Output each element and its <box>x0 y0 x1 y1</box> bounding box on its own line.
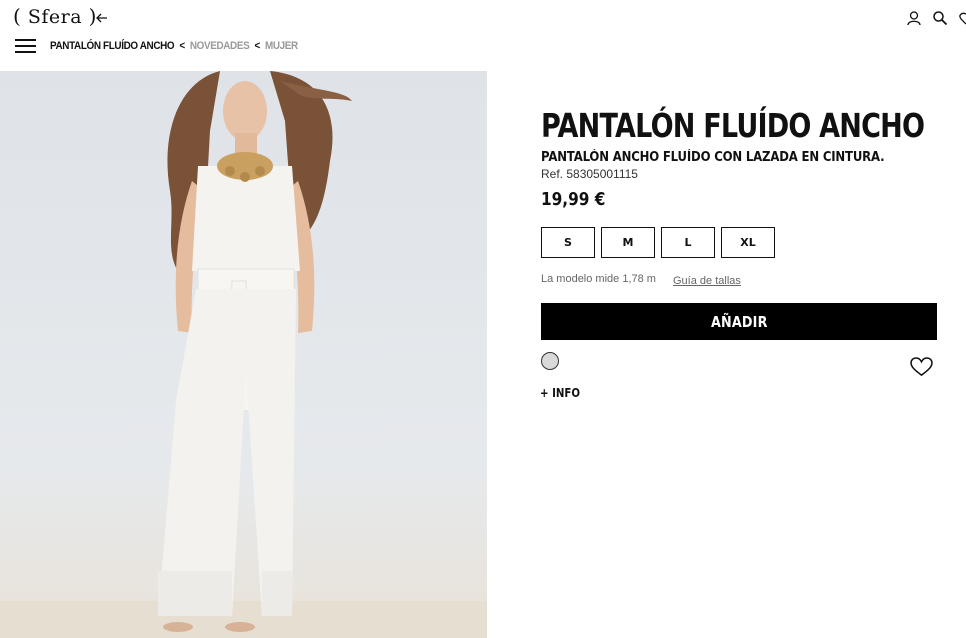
breadcrumb-separator: < <box>179 40 185 52</box>
heart-icon[interactable] <box>910 357 933 377</box>
product-subtitle: PANTALÓN ANCHO FLUÍDO CON LAZADA EN CINT… <box>541 150 885 165</box>
add-to-cart-button[interactable]: AÑADIR <box>541 303 937 340</box>
model-illustration <box>0 71 487 638</box>
color-swatch[interactable] <box>541 352 559 370</box>
model-height-info: La modelo mide 1,78 m <box>541 273 656 285</box>
header-actions <box>906 10 966 26</box>
size-button-m[interactable]: M <box>601 227 655 258</box>
breadcrumb-current: PANTALÓN FLUÍDO ANCHO <box>50 40 175 52</box>
more-info-toggle[interactable]: + INFO <box>540 386 580 400</box>
add-to-cart-label: AÑADIR <box>710 312 768 331</box>
product-image[interactable] <box>0 71 487 638</box>
breadcrumb: PANTALÓN FLUÍDO ANCHO < NOVEDADES < MUJE… <box>50 40 298 52</box>
search-icon[interactable] <box>932 10 948 26</box>
breadcrumb-link-novedades[interactable]: NOVEDADES <box>190 40 250 52</box>
logo-text: Sfera <box>27 6 83 28</box>
size-button-s[interactable]: S <box>541 227 595 258</box>
product-title: PANTALÓN FLUÍDO ANCHO <box>541 106 925 145</box>
size-button-xl[interactable]: XL <box>721 227 775 258</box>
menu-icon[interactable] <box>15 39 36 54</box>
account-icon[interactable] <box>906 10 922 26</box>
back-arrow-icon[interactable] <box>94 10 110 26</box>
breadcrumb-link-mujer[interactable]: MUJER <box>265 40 298 52</box>
wishlist-icon[interactable] <box>958 10 966 26</box>
size-selector: S M L XL <box>541 227 775 258</box>
sfera-logo[interactable]: ( Sfera ) <box>13 4 97 28</box>
breadcrumb-separator: < <box>254 40 260 52</box>
product-reference: Ref. 58305001115 <box>541 167 638 181</box>
size-guide-link[interactable]: Guía de tallas <box>673 275 741 287</box>
logo-paren-left: ( <box>13 4 22 28</box>
size-button-l[interactable]: L <box>661 227 715 258</box>
product-price: 19,99 € <box>541 189 606 210</box>
